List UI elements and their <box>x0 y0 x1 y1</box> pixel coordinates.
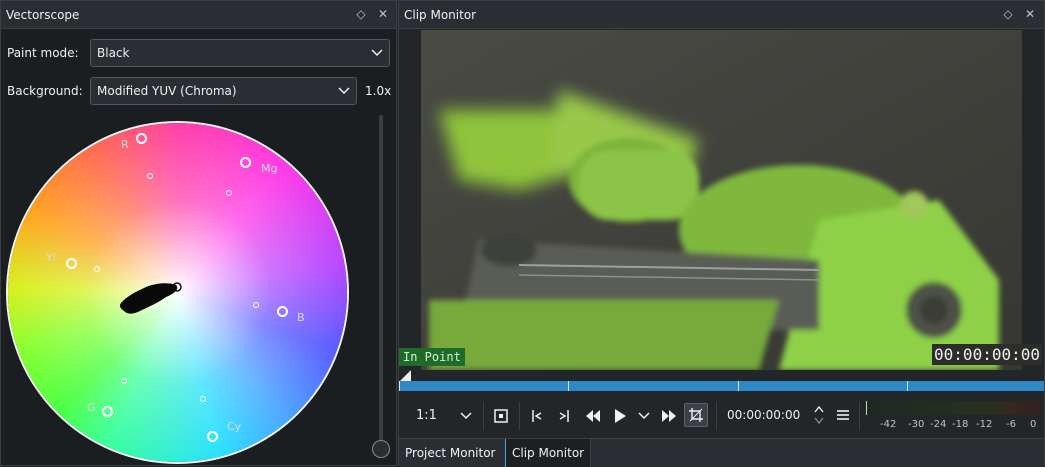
marker-yl <box>66 258 77 269</box>
marker-cy-75 <box>200 396 206 402</box>
ruler-tick <box>568 381 569 391</box>
set-out-point-icon[interactable] <box>556 408 572 424</box>
play-icon[interactable] <box>612 407 628 425</box>
clip-monitor-titlebar: Clip Monitor ◇ ✕ <box>399 1 1044 29</box>
vectorscope-panel: Vectorscope ◇ ✕ Paint mode: Black Backgr… <box>0 0 397 466</box>
timecode-overlay: 00:00:00:00 <box>932 344 1042 365</box>
tab-project-monitor[interactable]: Project Monitor <box>399 439 502 467</box>
meter-scale-label: -42 <box>880 419 897 430</box>
wheel-label-cy: Cy <box>227 420 242 433</box>
meter-scale-label: -12 <box>976 419 993 430</box>
zoom-slider-track[interactable] <box>379 115 383 455</box>
set-in-point-icon[interactable] <box>529 408 545 424</box>
marker-mg <box>240 157 251 168</box>
separator <box>519 402 520 430</box>
marker-r <box>136 133 147 144</box>
timeline-bar[interactable] <box>399 381 1044 391</box>
tab-clip-monitor[interactable]: Clip Monitor <box>505 439 592 467</box>
zoom-readout: 1.0x <box>365 84 392 98</box>
separator <box>483 402 484 430</box>
vectorscope-title: Vectorscope <box>6 8 80 22</box>
meter-scale-label: -6 <box>1006 419 1016 430</box>
marker-cy <box>207 431 218 442</box>
chevron-down-icon[interactable] <box>459 409 473 423</box>
wheel-label-mg: Mg <box>261 162 278 175</box>
chevron-down-icon[interactable] <box>637 409 651 423</box>
marker-g <box>102 406 113 417</box>
vectorscope-titlebar: Vectorscope ◇ ✕ <box>1 1 396 29</box>
wheel-label-r: R <box>121 138 129 151</box>
timecode-spinner-icon[interactable] <box>813 404 825 426</box>
meter-scale-label: 0 <box>1030 419 1037 430</box>
meter-scale-label: -18 <box>952 419 969 430</box>
wheel-label-g: G <box>87 401 96 414</box>
marker-g-75 <box>121 378 127 384</box>
video-image <box>399 30 1044 370</box>
marker-yl-75 <box>94 266 100 272</box>
background-select[interactable]: Modified YUV (Chroma) <box>90 77 357 105</box>
zoom-ratio-value[interactable]: 1:1 <box>416 408 437 423</box>
float-diamond-icon[interactable]: ◇ <box>353 6 369 22</box>
paint-mode-select[interactable]: Black <box>90 39 390 67</box>
chevron-down-icon <box>371 49 383 57</box>
zoom-slider-handle[interactable] <box>372 440 390 458</box>
fit-frame-icon[interactable] <box>493 408 509 424</box>
paint-mode-value: Black <box>97 46 130 60</box>
in-point-label: In Point <box>399 348 465 366</box>
ruler-tick <box>907 381 908 391</box>
audio-meter: -42 -30 -24 -18 -12 -6 0 <box>864 401 1040 431</box>
audio-meter-bar <box>864 401 1040 415</box>
fast-forward-icon[interactable] <box>660 408 678 424</box>
crop-icon <box>689 408 703 422</box>
marker-r-75 <box>147 173 153 179</box>
background-label: Background: <box>7 84 83 98</box>
separator <box>716 402 717 430</box>
ruler-tick <box>738 381 739 391</box>
marker-b <box>277 306 288 317</box>
chevron-down-icon <box>338 87 350 95</box>
rewind-icon[interactable] <box>584 408 602 424</box>
marker-mg-75 <box>226 190 232 196</box>
meter-scale-label: -30 <box>908 419 925 430</box>
timeline-ruler[interactable] <box>399 370 1044 394</box>
audio-meter-peak <box>866 401 867 415</box>
background-value: Modified YUV (Chroma) <box>97 84 237 98</box>
menu-icon[interactable] <box>836 408 850 422</box>
paint-mode-label: Paint mode: <box>7 46 79 60</box>
close-icon[interactable]: ✕ <box>375 6 391 22</box>
ruler-tick <box>399 381 400 391</box>
monitor-tab-bar: Project Monitor Clip Monitor <box>399 438 1044 467</box>
wheel-label-b: B <box>297 311 305 324</box>
clip-monitor-title: Clip Monitor <box>404 8 477 22</box>
vectorscope-trace <box>120 282 182 314</box>
meter-scale-label: -24 <box>930 419 947 430</box>
clip-monitor-panel: Clip Monitor ◇ ✕ In Point 00:00:00:00 1:… <box>398 0 1045 467</box>
separator <box>859 402 860 430</box>
close-icon[interactable]: ✕ <box>1022 6 1038 22</box>
wheel-label-yl: Yl <box>46 251 56 264</box>
marker-b-75 <box>253 302 259 308</box>
monitor-toolbar: 1:1 00:00:00:00 -42 -30 -24 -18 -12 -6 0 <box>399 395 1044 437</box>
video-frame[interactable]: In Point 00:00:00:00 <box>399 30 1044 370</box>
timecode-field[interactable]: 00:00:00:00 <box>727 408 800 422</box>
crop-toggle-button[interactable] <box>684 403 708 427</box>
float-diamond-icon[interactable]: ◇ <box>1000 6 1016 22</box>
